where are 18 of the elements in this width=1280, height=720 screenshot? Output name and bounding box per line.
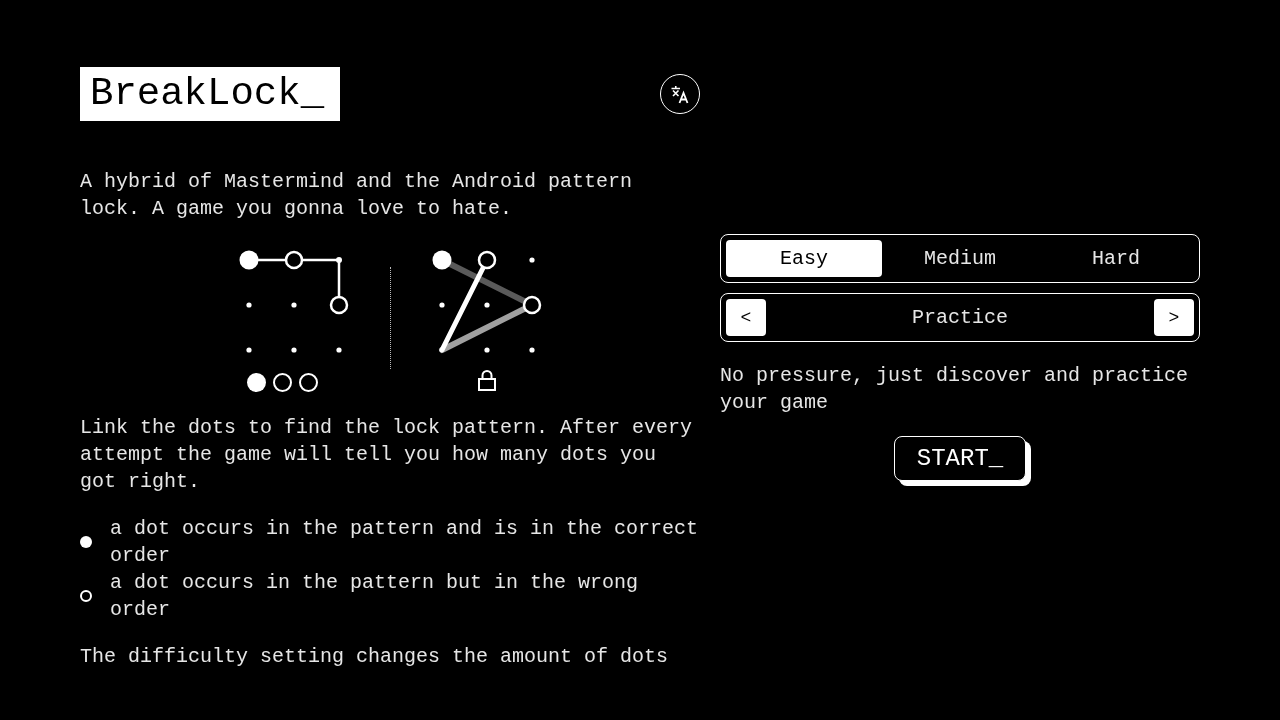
- language-button[interactable]: [660, 74, 700, 114]
- mode-description: No pressure, just discover and practice your game: [720, 363, 1190, 416]
- mode-label: Practice: [912, 306, 1008, 329]
- previous-mode-button[interactable]: <: [726, 299, 766, 336]
- translate-icon: [670, 84, 690, 104]
- hollow-dot-icon: [272, 373, 292, 392]
- hollow-dot-icon: [80, 590, 92, 602]
- next-mode-button[interactable]: >: [1154, 299, 1194, 336]
- difficulty-text: The difficulty setting changes the amount of dots: [80, 644, 670, 670]
- app-title: BreakLock_: [80, 67, 340, 121]
- legend-text: a dot occurs in the pattern but in the wrong order: [109, 570, 639, 623]
- difficulty-tab[interactable]: Easy: [726, 240, 882, 277]
- intro-text: A hybrid of Mastermind and the Android pattern lock. A game you gonna love to hate.: [80, 169, 634, 222]
- instructions-text: Link the dots to find the lock pattern. After every attempt the game will tell you how many dots you got right.: [80, 415, 694, 495]
- filled-dot-icon: [246, 373, 266, 392]
- hollow-dot-icon: [298, 373, 318, 392]
- filled-dot-icon: [80, 536, 92, 548]
- lock-icon: [477, 369, 496, 391]
